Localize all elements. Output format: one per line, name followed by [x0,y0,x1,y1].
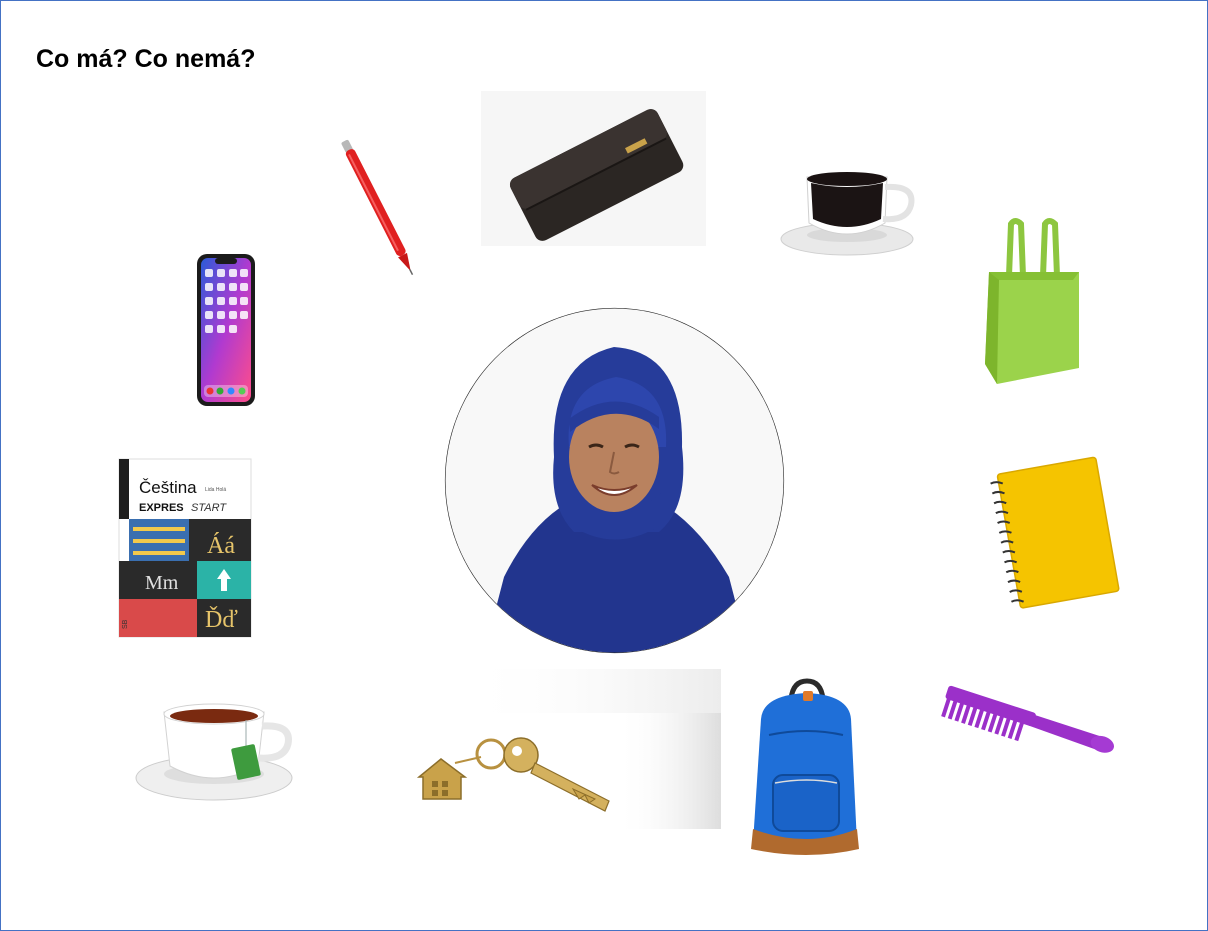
book-title: Čeština [139,478,197,497]
book-letters-3: Ďď [205,607,238,633]
book-letters-1: Áá [207,533,235,559]
smartphone-icon [195,253,257,407]
tea-cup-icon [134,698,296,810]
book-subtitle-bold: EXPRES [139,502,184,514]
page-title: Co má? Co nemá? [36,45,256,73]
green-shopping-bag-icon [981,216,1086,388]
pen-icon [326,127,431,287]
worksheet-page: Co má? Co nemá? Čeština Lida Holá EXPRES… [0,0,1208,931]
wallet-icon [481,91,706,246]
house-keychain-icon [413,669,723,829]
purple-comb-icon [931,685,1121,775]
blue-backpack-icon [743,678,868,859]
woman-in-hijab-portrait [444,307,785,654]
book-author: Lida Holá [205,487,226,493]
textbook-icon: Čeština Lida Holá EXPRES START Áá Mm Ďď … [118,458,252,638]
coffee-cup-icon [779,169,921,261]
book-letters-2: Mm [145,572,179,594]
yellow-notebook-icon [986,453,1126,611]
book-spine-text: SB [122,619,129,629]
book-subtitle-italic: START [191,502,227,514]
